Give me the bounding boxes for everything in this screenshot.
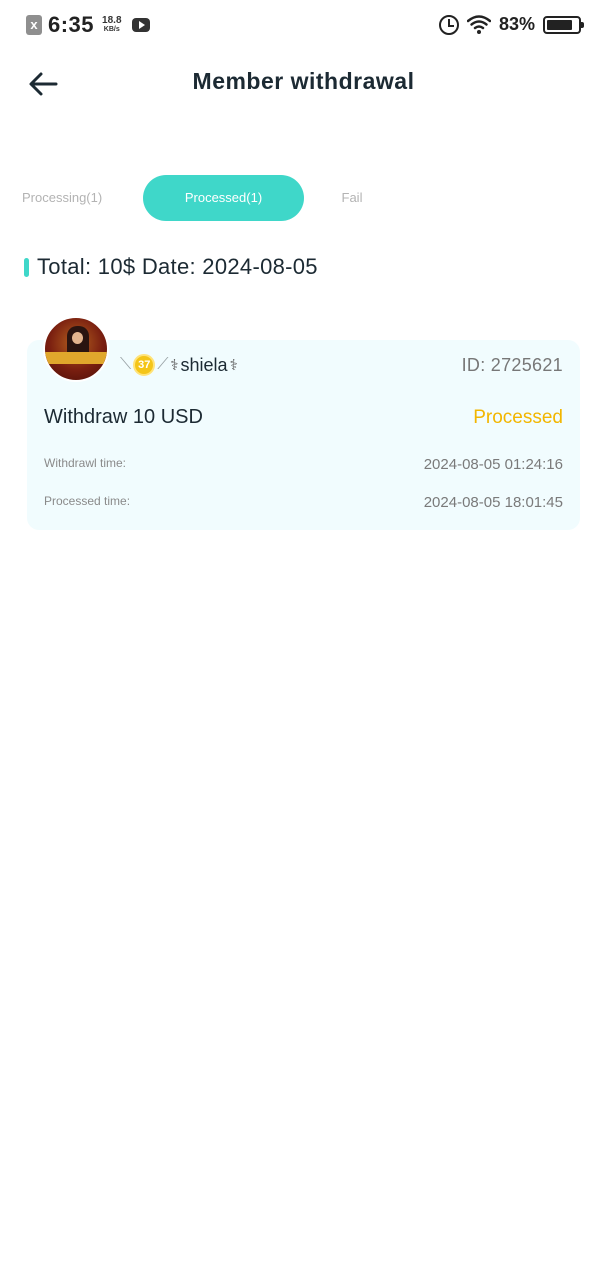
network-speed: 18.8 KB/s xyxy=(102,16,121,34)
tab-fail[interactable]: Fail xyxy=(330,175,374,221)
avatar-face xyxy=(72,332,83,344)
left-wing-icon: ⟍ xyxy=(120,356,132,373)
wifi-icon xyxy=(466,14,491,34)
caduceus-icon: ⚕ xyxy=(170,357,179,374)
battery-percent: 83% xyxy=(498,14,535,34)
page-title: Member withdrawal xyxy=(192,68,415,94)
tab-processed[interactable]: Processed(1) xyxy=(143,175,304,221)
status-tabs: Processing(1) Processed(1) Fail xyxy=(0,175,607,221)
notification-x-icon: x xyxy=(26,15,42,35)
processed-time-label: Processed time: xyxy=(44,494,131,508)
summary-text: Total: 10$ Date: 2024-08-05 xyxy=(37,254,318,279)
status-badge: Processed xyxy=(473,407,563,428)
battery-icon xyxy=(543,15,584,34)
avatar[interactable] xyxy=(43,316,109,382)
network-speed-value: 18.8 xyxy=(102,15,122,26)
summary-accent-bar xyxy=(24,257,29,277)
avatar-banner xyxy=(45,352,107,364)
status-bar-left: x 6:35 18.8 KB/s xyxy=(26,12,150,38)
withdrawal-time-value: 2024-08-05 01:24:16 xyxy=(423,456,563,473)
status-bar: x 6:35 18.8 KB/s 83% xyxy=(0,0,607,56)
processed-time-value: 2024-08-05 18:01:45 xyxy=(423,494,563,511)
username: shiela xyxy=(180,354,228,375)
user-id: ID: 2725621 xyxy=(461,355,563,375)
summary: Total: 10$ Date: 2024-08-05 xyxy=(24,254,318,280)
network-speed-unit: KB/s xyxy=(103,26,120,33)
alarm-icon xyxy=(438,14,459,35)
right-wing-icon: ⟋ xyxy=(157,356,169,373)
tab-processing[interactable]: Processing(1) xyxy=(22,175,112,221)
username-row: ⟍ 37 ⟋ ⚕ shiela ⚕ xyxy=(120,354,238,376)
withdraw-amount: Withdraw 10 USD xyxy=(44,406,203,428)
battery-fill xyxy=(547,19,572,30)
level-badge: 37 xyxy=(133,354,156,376)
withdrawal-time-label: Withdrawl time: xyxy=(44,456,127,470)
status-bar-right: 83% xyxy=(438,14,584,35)
clock: 6:35 xyxy=(48,12,95,37)
youtube-icon xyxy=(131,18,150,32)
caduceus-icon: ⚕ xyxy=(229,357,238,374)
